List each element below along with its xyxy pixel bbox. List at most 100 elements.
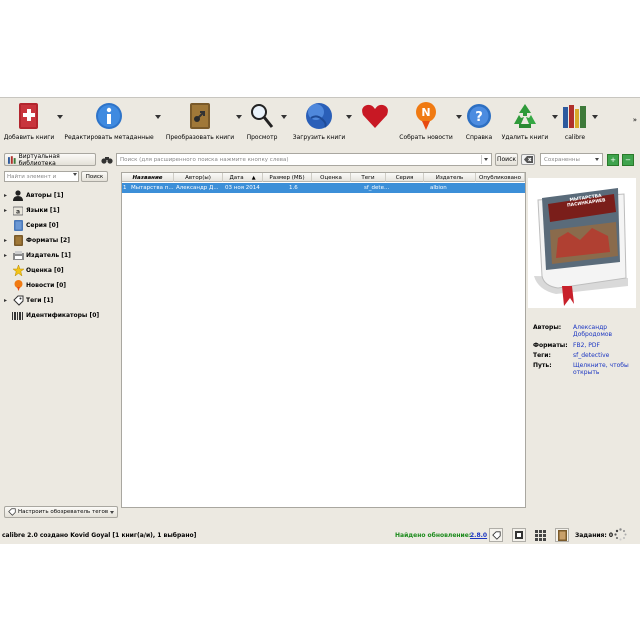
remove-books-icon xyxy=(510,101,540,131)
tag-find-button[interactable]: Поиск xyxy=(81,171,108,182)
tag-node-languages[interactable]: ▸ a Языки [1] xyxy=(4,203,118,218)
configure-tag-browser-button[interactable]: Настроить обозреватель тегов xyxy=(4,506,118,518)
column-header-date[interactable]: Дата ▲ xyxy=(223,173,263,182)
view-dropdown-arrow[interactable] xyxy=(281,115,287,119)
tag-node-tags[interactable]: ▸ Теги [1] xyxy=(4,293,118,308)
tag-node-label: Издатель [1] xyxy=(26,252,71,259)
tag-node-rating[interactable]: Оценка [0] xyxy=(4,263,118,278)
authors-icon xyxy=(12,190,24,202)
convert-books-button[interactable]: Преобразовать книги xyxy=(165,101,235,141)
column-header-published[interactable]: Опубликовано xyxy=(476,173,525,182)
tag-node-label: Новости [0] xyxy=(26,282,67,289)
virtual-library-button[interactable]: Виртуальная библиотека xyxy=(4,153,96,167)
column-header-authors[interactable]: Автор(ы) xyxy=(174,173,223,182)
column-header-publisher[interactable]: Издатель xyxy=(424,173,476,182)
detail-path-value[interactable]: Щелкните, чтобы открыть xyxy=(573,362,637,376)
column-header-size[interactable]: Размер (МБ) xyxy=(263,173,312,182)
tag-node-identifiers[interactable]: Идентификаторы [0] xyxy=(4,308,118,323)
cell-rating xyxy=(312,183,351,193)
cell-title: Мытарства п... xyxy=(131,185,174,191)
search-go-button[interactable]: Поиск xyxy=(495,153,518,166)
fetch-news-dropdown-arrow[interactable] xyxy=(456,115,462,119)
remove-books-button[interactable]: Удалить книги xyxy=(500,101,550,141)
tag-browser-find-row: Найти элемент и Поиск xyxy=(4,171,116,182)
expand-arrow-icon[interactable]: ▸ xyxy=(4,207,12,214)
delete-search-icon: − xyxy=(625,156,631,164)
tag-node-label: Серия [0] xyxy=(26,222,59,229)
add-books-dropdown-arrow[interactable] xyxy=(57,115,63,119)
virtual-library-icon xyxy=(8,155,16,164)
clear-search-button[interactable] xyxy=(521,154,535,165)
fetch-news-button[interactable]: N Собрать новости xyxy=(398,101,454,141)
detail-tags-value[interactable]: sf_detective xyxy=(573,352,637,359)
detail-tags-label: Теги: xyxy=(533,352,551,359)
jobs-count[interactable]: Задания: 0 xyxy=(575,532,613,539)
expand-arrow-icon[interactable]: ▸ xyxy=(4,297,12,304)
calibre-main-window: Добавить книги Редактировать метаданные … xyxy=(0,97,640,544)
column-header-title[interactable]: Название xyxy=(122,173,174,182)
book-details-toggle-button[interactable] xyxy=(555,528,569,542)
tag-node-authors[interactable]: ▸ Авторы [1] xyxy=(4,188,118,203)
saved-searches-placeholder: Сохраненны xyxy=(544,156,580,163)
cover-browser-toggle-button[interactable] xyxy=(512,528,526,542)
column-header-tags[interactable]: Теги xyxy=(351,173,386,182)
calibre-library-icon xyxy=(560,101,590,131)
search-history-dropdown[interactable] xyxy=(481,155,490,164)
view-magnifier-icon xyxy=(247,101,277,131)
clear-icon xyxy=(523,156,533,163)
calibre-library-label: calibre xyxy=(564,134,586,141)
tag-find-input[interactable]: Найти элемент и xyxy=(4,171,79,182)
tag-node-label: Авторы [1] xyxy=(26,192,64,199)
table-row[interactable]: 1 Мытарства п... Александр Д... 03 ноя 2… xyxy=(122,183,525,193)
tag-node-news[interactable]: Новости [0] xyxy=(4,278,118,293)
save-search-button[interactable]: + xyxy=(607,154,619,166)
tag-browser-toggle-button[interactable] xyxy=(489,528,503,542)
detail-authors-row: Авторы: Александр Добродомов xyxy=(533,324,637,342)
convert-books-label: Преобразовать книги xyxy=(165,134,235,141)
grid-view-toggle-button[interactable] xyxy=(533,528,547,542)
formats-icon xyxy=(12,235,24,247)
svg-text:a: a xyxy=(16,208,20,215)
calibre-library-dropdown-arrow[interactable] xyxy=(592,115,598,119)
add-books-button[interactable]: Добавить книги xyxy=(4,101,54,141)
tag-node-label: Оценка [0] xyxy=(26,267,64,274)
tags-icon xyxy=(12,295,24,307)
remove-books-dropdown-arrow[interactable] xyxy=(552,115,558,119)
tag-node-series[interactable]: Серия [0] xyxy=(4,218,118,233)
tag-node-formats[interactable]: ▸ Форматы [2] xyxy=(4,233,118,248)
sort-ascending-icon: ▲ xyxy=(251,174,256,181)
tag-node-publisher[interactable]: ▸ Издатель [1] xyxy=(4,248,118,263)
detail-authors-value[interactable]: Александр Добродомов xyxy=(573,324,637,338)
tag-find-dropdown[interactable] xyxy=(73,173,77,176)
saved-searches-select[interactable]: Сохраненны xyxy=(540,153,603,166)
expand-arrow-icon[interactable]: ▸ xyxy=(4,192,12,199)
download-books-button[interactable]: Загрузить книги xyxy=(292,101,346,141)
cover-icon xyxy=(515,531,523,539)
advanced-search-binoculars-icon[interactable] xyxy=(100,154,114,165)
expand-arrow-icon[interactable]: ▸ xyxy=(4,237,12,244)
column-header-rating[interactable]: Оценка xyxy=(312,173,351,182)
search-bar: Виртуальная библиотека Поиск (для расшир… xyxy=(0,152,640,168)
saved-searches-dropdown[interactable] xyxy=(592,155,601,164)
edit-metadata-button[interactable]: Редактировать метаданные xyxy=(64,101,154,141)
update-version-link[interactable]: 2.8.0 xyxy=(470,532,487,539)
help-button[interactable]: ? Справка xyxy=(464,101,494,141)
search-input[interactable]: Поиск (для расширенного поиска нажмите к… xyxy=(116,153,492,166)
convert-books-dropdown-arrow[interactable] xyxy=(236,115,242,119)
column-header-series[interactable]: Серия xyxy=(386,173,424,182)
table-header: Название Автор(ы) Дата ▲ Размер (МБ) Оцен… xyxy=(122,173,525,182)
donate-heart-button[interactable] xyxy=(358,101,392,134)
detail-formats-value[interactable]: FB2, PDF xyxy=(573,342,637,349)
cell-series xyxy=(392,183,426,193)
column-header-date-label: Дата xyxy=(229,174,244,181)
detail-formats-label: Форматы: xyxy=(533,342,568,349)
delete-search-button[interactable]: − xyxy=(622,154,634,166)
toolbar-overflow-button[interactable]: » xyxy=(633,116,637,124)
view-button[interactable]: Просмотр xyxy=(244,101,280,141)
expand-arrow-icon[interactable]: ▸ xyxy=(4,252,12,259)
edit-metadata-dropdown-arrow[interactable] xyxy=(155,115,161,119)
download-books-dropdown-arrow[interactable] xyxy=(346,115,352,119)
heart-icon xyxy=(360,101,390,131)
calibre-library-button[interactable]: calibre xyxy=(560,101,590,141)
chevron-down-icon xyxy=(484,158,488,161)
